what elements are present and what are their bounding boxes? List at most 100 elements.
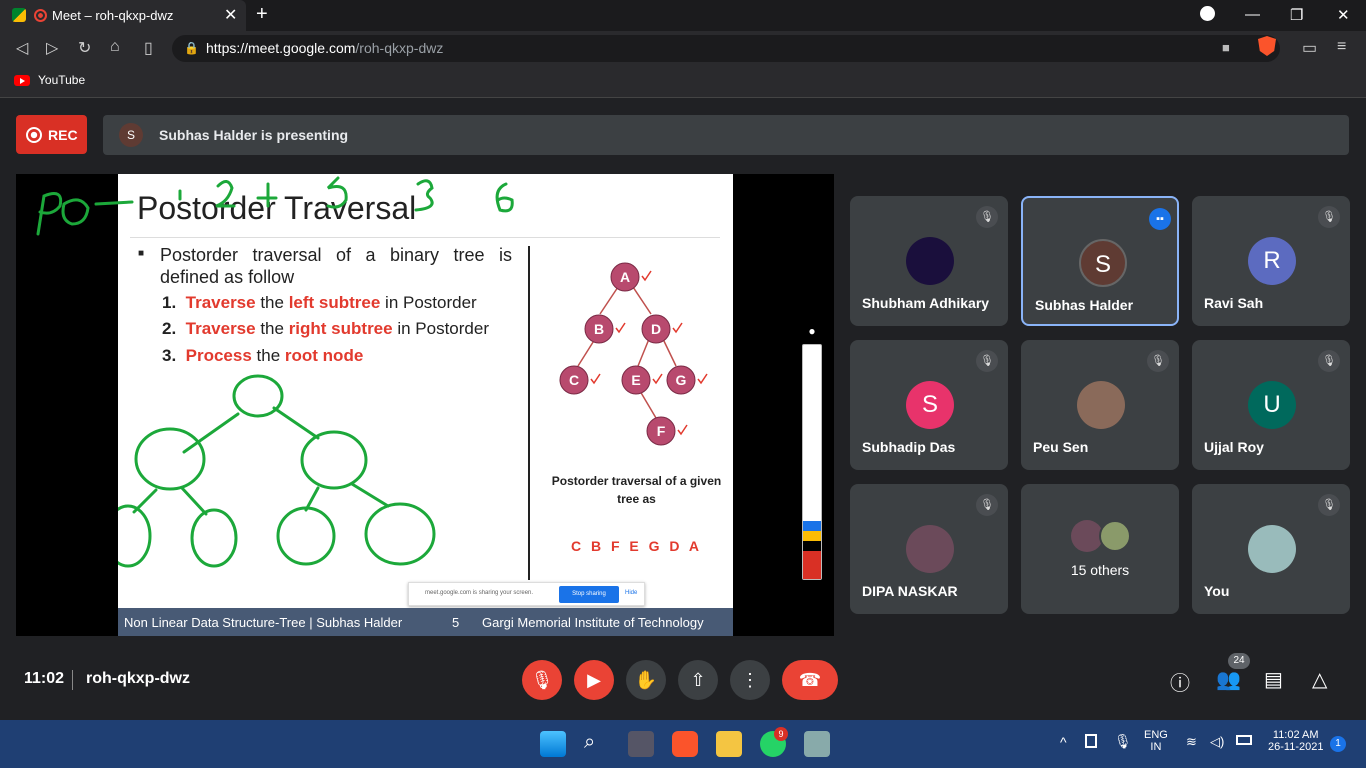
windows-taskbar: ⌕ 9 ^ 🎙 ENG IN ≋ ◁) 11:02 AM 26-11-2021 1 [0,720,1366,768]
forward-icon[interactable]: ▷ [46,38,58,58]
new-tab-button[interactable]: + [256,3,268,26]
participant-name: You [1204,583,1230,599]
camera-off-icon[interactable]: ▶ [574,660,614,700]
mic-off-icon: 🎙 [1318,350,1340,372]
presenting-text: Subhas Halder is presenting [159,127,349,143]
wallet-icon[interactable]: ▭ [1302,38,1317,58]
brave-taskbar-icon[interactable] [672,731,698,757]
slide: Postorder Traversal ■ Postorder traversa… [36,174,733,608]
hand-icon[interactable]: ✋ [626,660,666,700]
home-icon[interactable]: ⌂ [110,38,120,56]
recording-button[interactable]: REC [16,115,87,154]
stop-sharing-button[interactable]: Stop sharing [559,586,619,603]
people-count-badge: 24 [1228,653,1250,669]
footer-left: Non Linear Data Structure-Tree | Subhas … [124,615,403,630]
activities-icon[interactable]: △ [1312,667,1327,692]
hide-share-bar-button[interactable]: Hide [625,590,637,596]
address-bar-row: ◁ ▷ ↻ ⌂ ▯ 🔒 https://meet.google.com/roh-… [0,31,1366,65]
present-icon[interactable]: ⇧ [678,660,718,700]
info-icon[interactable]: ⓘ [1170,667,1190,696]
people-icon[interactable]: 👥 [1216,667,1241,692]
tab-bar: Meet – roh-qkxp-dwz ✕ + — ❐ ✕ [0,0,1366,31]
close-tab-icon[interactable]: ✕ [224,5,237,25]
avatar: S [906,381,954,429]
menu-icon[interactable]: ≡ [1337,38,1346,56]
end-call-icon[interactable]: ☎ [782,660,838,700]
microphone-icon[interactable]: 🎙 [1114,733,1132,750]
participant-tile[interactable]: 🎙 Peu Sen [1021,340,1179,470]
bookmark-youtube[interactable]: YouTube [38,73,85,87]
mic-off-icon[interactable]: 🎙 [522,660,562,700]
profile-dropdown-icon[interactable] [1200,6,1215,21]
presenting-banner: S Subhas Halder is presenting [103,115,1349,155]
annotation-toolbar: ● [802,324,822,582]
restore-icon[interactable]: ❐ [1290,6,1303,24]
system-clock[interactable]: 11:02 AM 26-11-2021 [1268,729,1323,753]
node-label: C [569,372,579,388]
reload-icon[interactable]: ↻ [78,38,91,58]
node-label: E [631,372,640,388]
camera-icon[interactable]: ■ [1222,40,1230,55]
bookmark-icon[interactable]: ▯ [144,38,153,58]
node-label: G [676,372,687,388]
minimize-icon[interactable]: — [1245,6,1260,23]
youtube-icon [14,75,30,86]
participant-name: Shubham Adhikary [862,295,990,311]
others-tile[interactable]: 15 others [1021,484,1179,614]
mic-off-icon: 🎙 [976,494,998,516]
mic-off-icon: 🎙 [976,206,998,228]
participant-name: Ujjal Roy [1204,439,1264,455]
footer-page: 5 [452,615,460,630]
more-icon[interactable]: ⋮ [730,660,770,700]
file-explorer-icon[interactable] [716,731,742,757]
wifi-icon[interactable]: ≋ [1186,734,1197,750]
bookmarks-bar: YouTube [0,65,1366,98]
participant-tile-self[interactable]: 🎙 You [1192,484,1350,614]
presenter-avatar: S [119,123,143,147]
tray-icon[interactable] [1085,734,1097,748]
whatsapp-badge: 9 [774,727,788,741]
participant-tile[interactable]: 🎙 Shubham Adhikary [850,196,1008,326]
screen-share-bar: meet.google.com is sharing your screen. … [408,582,645,606]
participant-name: Peu Sen [1033,439,1089,455]
browser-tab[interactable]: Meet – roh-qkxp-dwz ✕ [0,0,246,31]
node-label: A [620,269,630,285]
volume-icon[interactable]: ◁) [1210,734,1224,750]
participant-tile[interactable]: 🎙 S Subhadip Das [850,340,1008,470]
participant-name: Subhas Halder [1035,297,1134,313]
participant-tile[interactable]: 🎙 R Ravi Sah [1192,196,1350,326]
language-indicator[interactable]: ENG IN [1144,729,1168,753]
url-field[interactable]: 🔒 https://meet.google.com/roh-qkxp-dwz ■ [172,35,1280,62]
app-icon[interactable] [804,731,830,757]
search-icon[interactable]: ⌕ [584,731,610,757]
participant-name: DIPA NASKAR [862,583,958,599]
chevron-up-icon[interactable]: ^ [1060,734,1067,750]
handwritten-tree-annotation [118,176,514,568]
participant-tile[interactable]: 🎙 DIPA NASKAR [850,484,1008,614]
start-icon[interactable] [540,731,566,757]
chat-icon[interactable]: ▤ [1264,667,1283,692]
tree-diagram: A B D C E G F [559,262,708,446]
pin-icon[interactable]: ● [802,324,822,344]
close-window-icon[interactable]: ✕ [1337,6,1350,24]
slide-footer: Non Linear Data Structure-Tree | Subhas … [118,608,733,636]
divider [72,670,73,690]
avatar [906,525,954,573]
toolbar-tools[interactable] [802,344,822,580]
avatar: R [1248,237,1296,285]
task-view-icon[interactable] [628,731,654,757]
share-notice: meet.google.com is sharing your screen. [425,590,534,596]
notification-badge[interactable]: 1 [1330,736,1346,752]
participant-tile-active-speaker[interactable]: ▪▪ S Subhas Halder [1021,196,1179,326]
participant-tile[interactable]: 🎙 U Ujjal Roy [1192,340,1350,470]
meet-favicon-icon [12,8,26,22]
lock-icon: 🔒 [184,41,199,55]
battery-icon[interactable] [1236,735,1252,745]
back-icon[interactable]: ◁ [16,38,28,58]
avatar [1248,525,1296,573]
participant-name: Subhadip Das [862,439,956,455]
speaking-icon: ▪▪ [1149,208,1171,230]
meeting-clock: 11:02 [24,670,65,687]
node-label: D [651,321,661,337]
mic-off-icon: 🎙 [1318,494,1340,516]
